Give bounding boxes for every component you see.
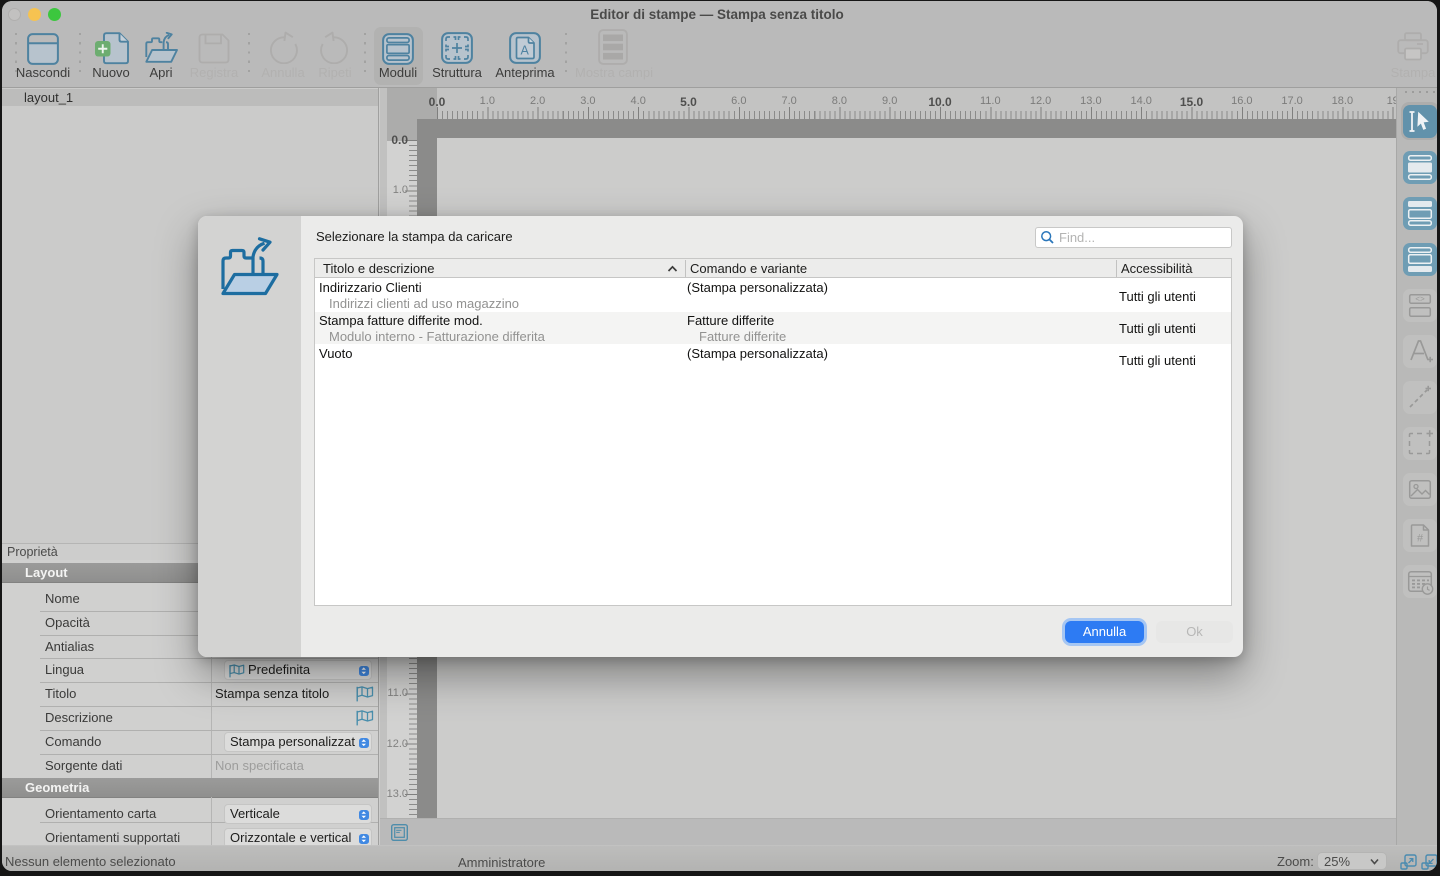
svg-text:A: A xyxy=(521,43,530,57)
svg-text:<>: <> xyxy=(1415,296,1425,305)
svg-text:#: # xyxy=(1417,533,1424,545)
